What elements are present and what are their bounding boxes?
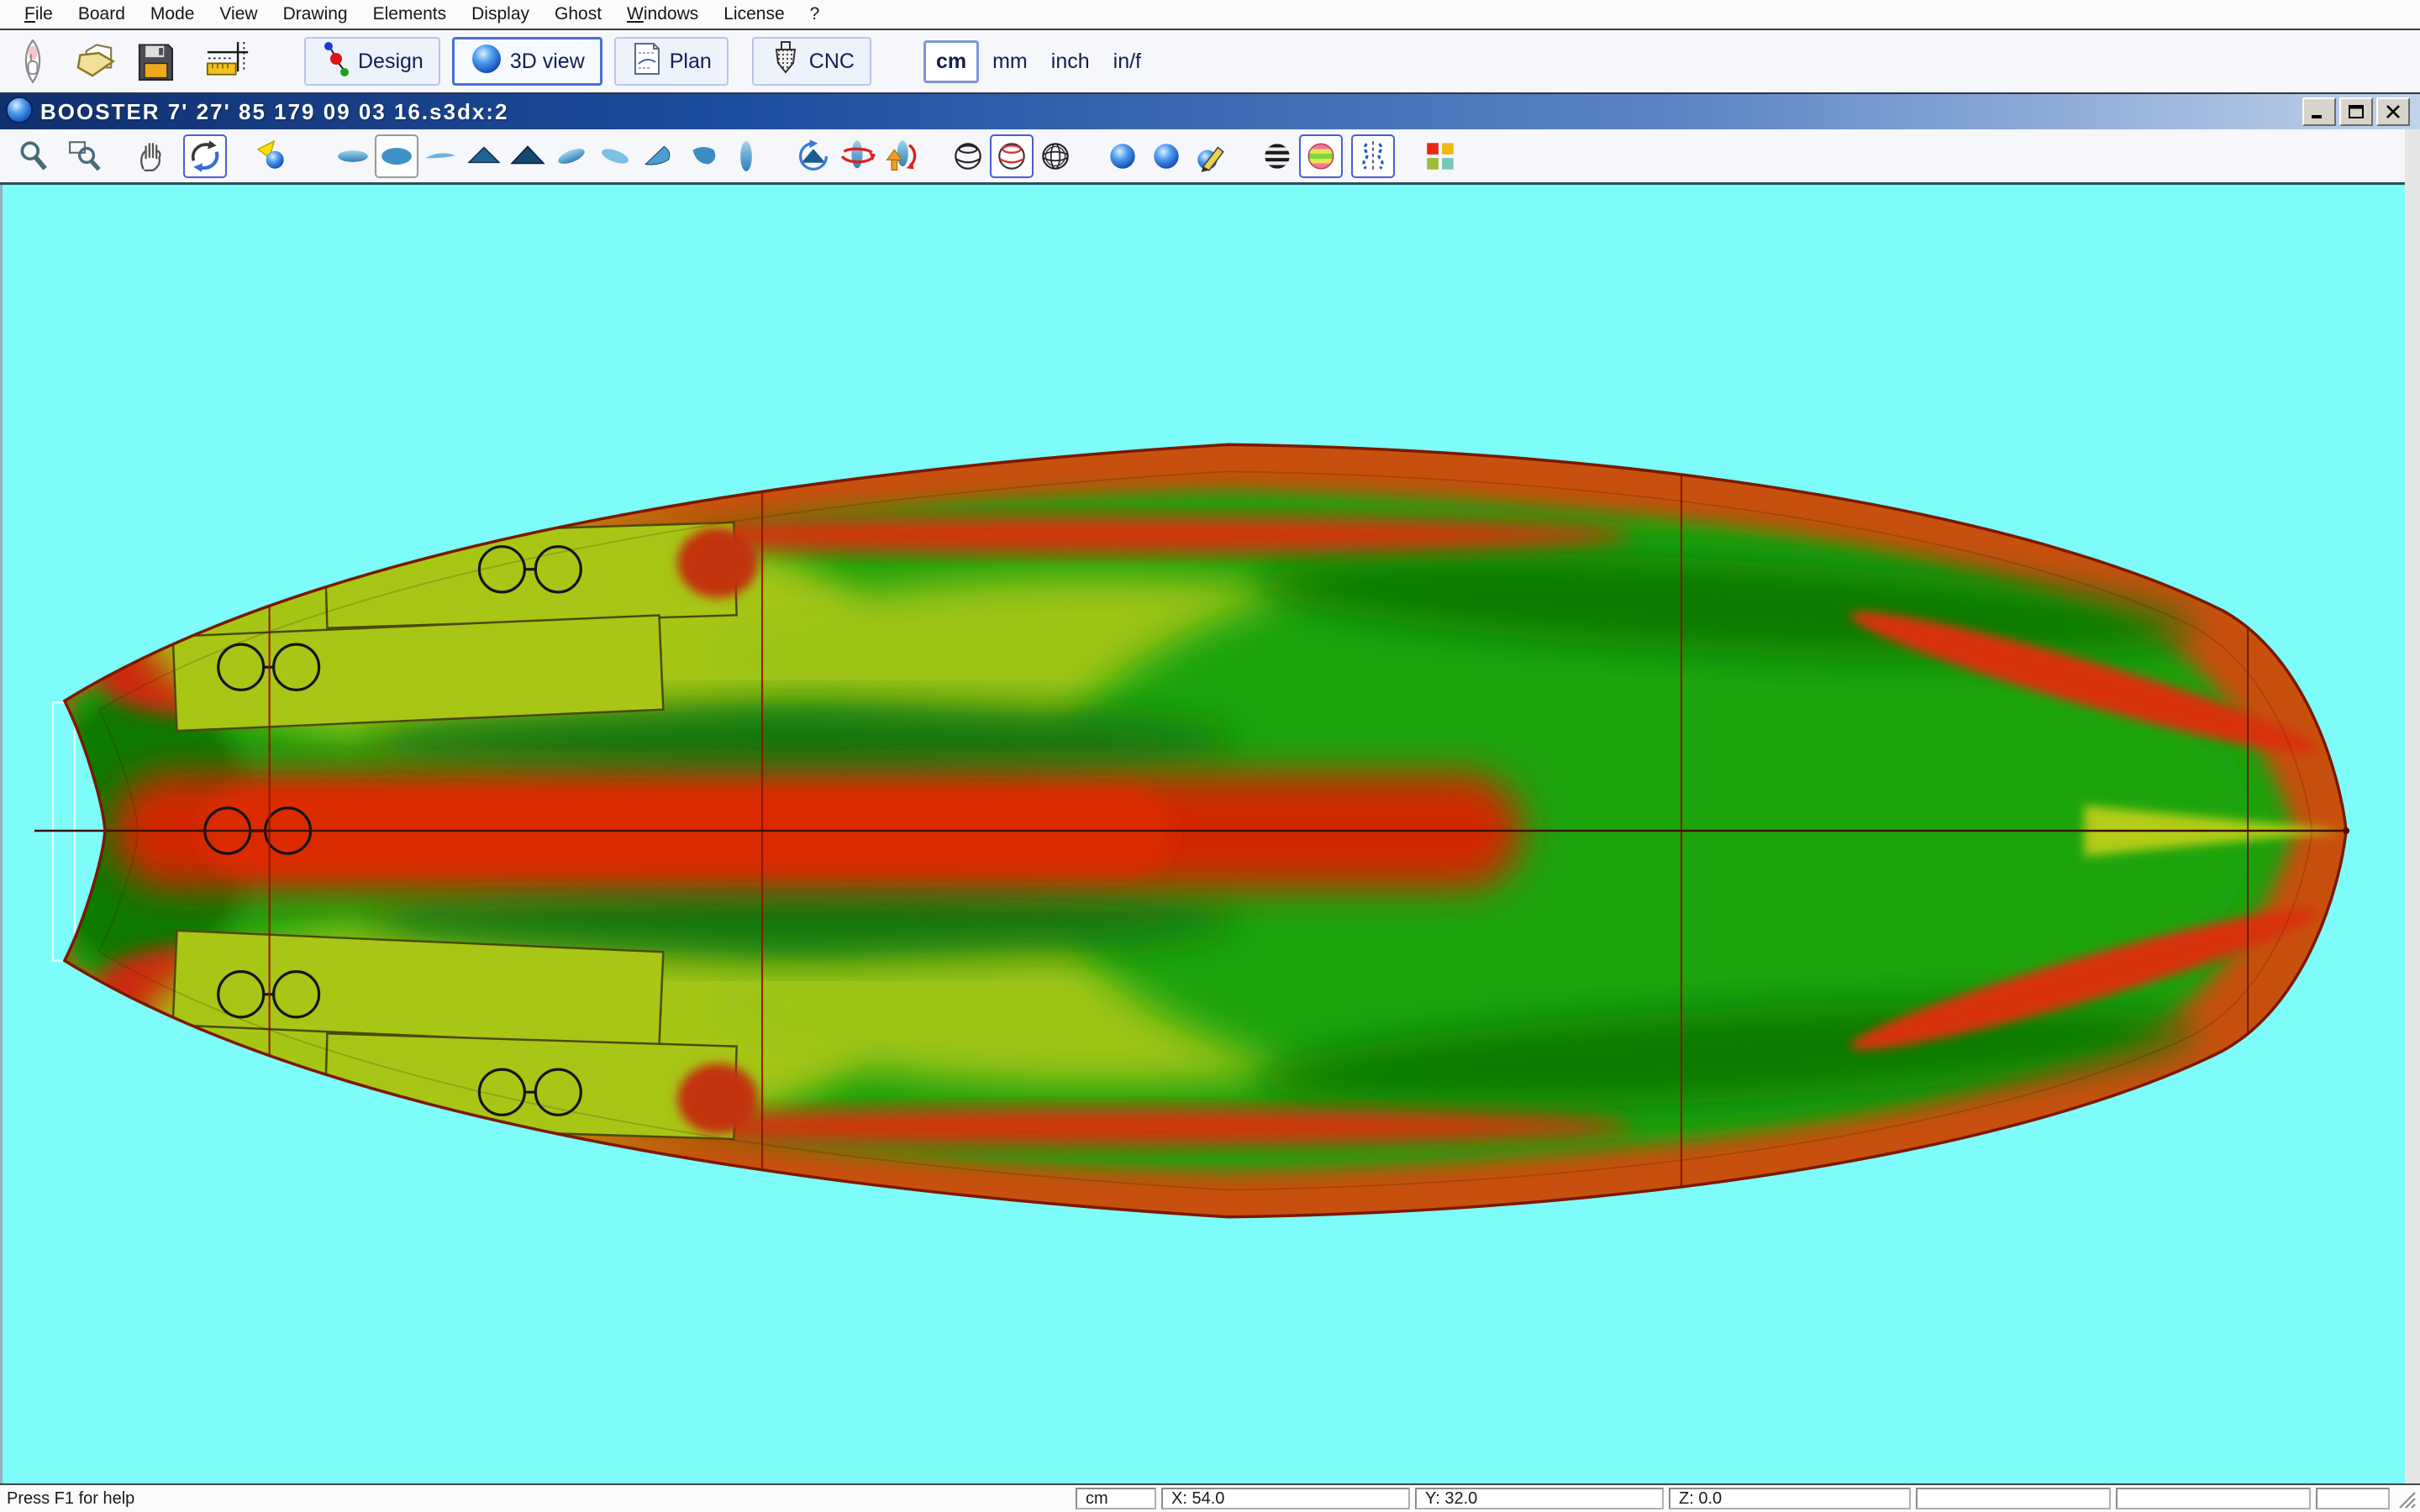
- view-flat-icon[interactable]: [418, 134, 462, 178]
- fin-box: [173, 931, 664, 1047]
- design-label: Design: [358, 50, 424, 74]
- plan-document-icon: [631, 41, 663, 82]
- document-title-bar: BOOSTER 7' 27' 85 179 09 03 16.s3dx:2: [0, 94, 2420, 129]
- window-controls: [2302, 97, 2415, 126]
- plan-mode-button[interactable]: Plan: [614, 37, 729, 86]
- resize-grip[interactable]: [2395, 1488, 2417, 1509]
- view-angle-left-icon[interactable]: [637, 134, 681, 178]
- view-toolbar: [0, 129, 2405, 185]
- status-y: Y: 32.0: [1415, 1488, 1664, 1509]
- fin-box: [324, 1033, 737, 1139]
- sphere-3d-icon: [470, 42, 503, 81]
- render-mesh-icon[interactable]: [1034, 134, 1077, 178]
- nose-tip: [2343, 827, 2349, 834]
- status-pane-empty: [1916, 1488, 2111, 1509]
- render-curvature-icon[interactable]: [1299, 134, 1343, 178]
- flip-board-icon[interactable]: [879, 134, 923, 178]
- render-painted-icon[interactable]: [1188, 134, 1232, 178]
- document-title: BOOSTER 7' 27' 85 179 09 03 16.s3dx:2: [40, 99, 509, 125]
- design-mode-button[interactable]: Design: [304, 37, 440, 86]
- board-render: [3, 185, 2405, 1483]
- pan-hand-icon[interactable]: [131, 134, 175, 178]
- menu-elements[interactable]: Elements: [360, 4, 460, 24]
- status-coordinates: cm X: 54.0 Y: 32.0 Z: 0.0: [1076, 1488, 2420, 1509]
- menu-view[interactable]: View: [207, 4, 270, 24]
- view-bottom-icon[interactable]: [331, 134, 375, 178]
- fin-box: [173, 615, 664, 731]
- menu-bar: File Board Mode View Drawing Elements Di…: [0, 0, 2420, 30]
- close-button[interactable]: [2376, 97, 2410, 126]
- zoom-icon[interactable]: [12, 134, 55, 178]
- minimize-button[interactable]: [2302, 97, 2336, 126]
- design-nodes-icon: [321, 40, 351, 83]
- view-front-icon[interactable]: [462, 134, 506, 178]
- plan-label: Plan: [670, 50, 712, 74]
- status-bar: Press F1 for help cm X: 54.0 Y: 32.0 Z: …: [0, 1483, 2420, 1512]
- light-source-icon[interactable]: [250, 134, 294, 178]
- dimensions-icon[interactable]: [202, 35, 254, 87]
- save-file-icon[interactable]: [128, 35, 180, 87]
- menu-file[interactable]: File: [12, 4, 66, 24]
- zoom-window-icon[interactable]: [64, 134, 108, 178]
- status-x: X: 54.0: [1161, 1488, 1410, 1509]
- unit-cm[interactable]: cm: [923, 40, 979, 83]
- rotate-view-icon[interactable]: [792, 134, 835, 178]
- status-pane-empty: [2116, 1488, 2311, 1509]
- menu-ghost[interactable]: Ghost: [542, 4, 614, 24]
- view-side-icon[interactable]: [724, 134, 768, 178]
- rotate-3d-icon[interactable]: [183, 134, 227, 178]
- view-top-icon[interactable]: [375, 134, 418, 178]
- render-smooth-icon[interactable]: [1144, 134, 1188, 178]
- document-sphere-icon: [5, 96, 34, 129]
- board-select-icon[interactable]: [7, 35, 59, 87]
- render-wireframe-red-icon[interactable]: [990, 134, 1034, 178]
- rotate-axis-icon[interactable]: [835, 134, 879, 178]
- render-stripes-icon[interactable]: [1255, 134, 1299, 178]
- view-angle-right-icon[interactable]: [681, 134, 724, 178]
- canvas-area: [0, 185, 2420, 1483]
- menu-license[interactable]: License: [711, 4, 797, 24]
- unit-inf[interactable]: in/f: [1103, 43, 1151, 81]
- view-tilt-right-icon[interactable]: [593, 134, 637, 178]
- cnc-label: CNC: [809, 50, 855, 74]
- menu-mode[interactable]: Mode: [138, 4, 208, 24]
- cnc-mode-button[interactable]: CNC: [752, 37, 871, 86]
- status-z: Z: 0.0: [1669, 1488, 1911, 1509]
- main-toolbar: Design 3D view Plan: [0, 30, 2420, 94]
- 3d-view-label: 3D view: [510, 50, 585, 74]
- unit-inch[interactable]: inch: [1041, 43, 1100, 81]
- unit-mm[interactable]: mm: [982, 43, 1038, 81]
- unit-selector: cm mm inch in/f: [923, 40, 1151, 83]
- symmetry-icon[interactable]: [1351, 134, 1395, 178]
- view-tilt-left-icon[interactable]: [550, 134, 593, 178]
- menu-board[interactable]: Board: [66, 4, 138, 24]
- view-back-icon[interactable]: [506, 134, 550, 178]
- maximize-button[interactable]: [2339, 97, 2373, 126]
- cnc-bit-icon: [769, 40, 802, 83]
- status-help-text: Press F1 for help: [0, 1489, 134, 1509]
- color-settings-icon[interactable]: [1418, 134, 1462, 178]
- 3d-view-mode-button[interactable]: 3D view: [452, 37, 602, 86]
- menu-drawing[interactable]: Drawing: [271, 4, 360, 24]
- menu-windows[interactable]: Windows: [614, 4, 711, 24]
- 3d-viewport[interactable]: [0, 185, 2405, 1483]
- fin-box: [324, 522, 737, 628]
- status-pane-empty: [2316, 1488, 2390, 1509]
- application-window: File Board Mode View Drawing Elements Di…: [0, 0, 2420, 1512]
- render-wireframe-icon[interactable]: [946, 134, 990, 178]
- render-shaded-icon[interactable]: [1101, 134, 1144, 178]
- open-file-icon[interactable]: [71, 35, 123, 87]
- menu-help[interactable]: ?: [797, 4, 833, 24]
- status-unit: cm: [1076, 1488, 1156, 1509]
- menu-display[interactable]: Display: [459, 4, 542, 24]
